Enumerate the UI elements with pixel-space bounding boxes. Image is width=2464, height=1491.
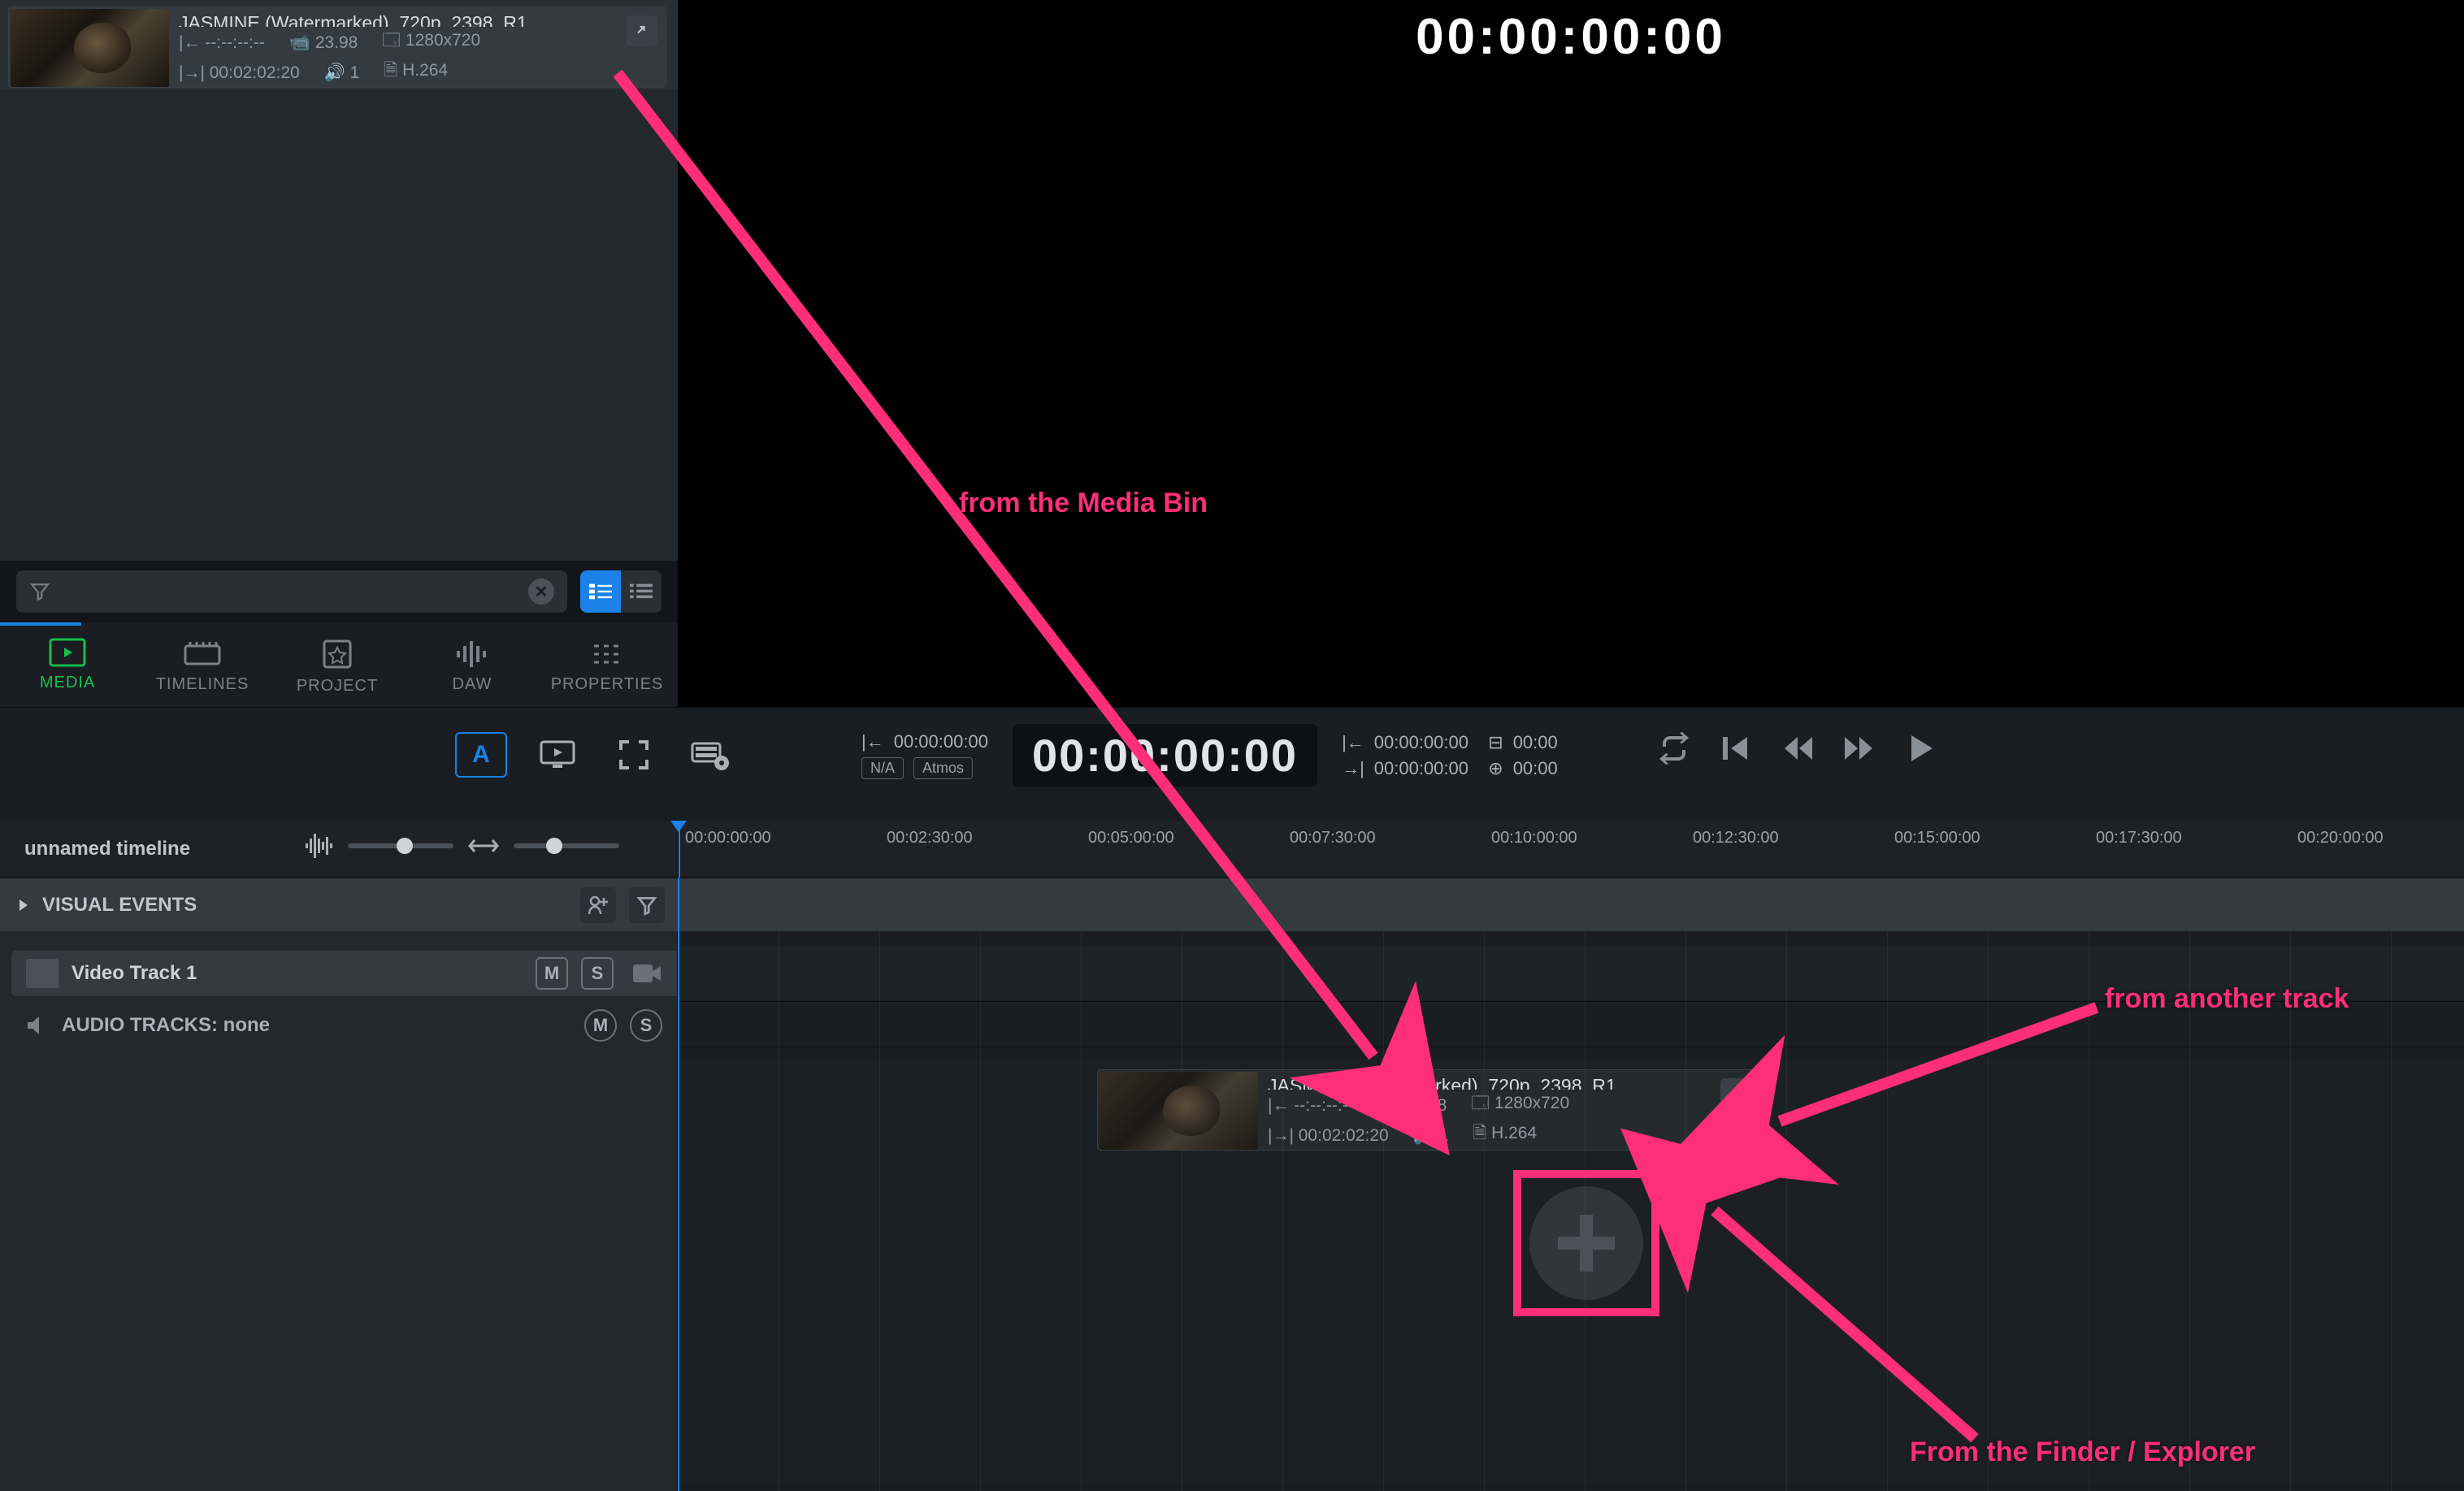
video-track-thumbnail bbox=[26, 959, 59, 988]
dragging-clip-ghost[interactable]: JASMINE (Watermarked)_720p_2398_R1_... |… bbox=[1097, 1069, 1760, 1151]
waveform-zoom-slider[interactable] bbox=[348, 843, 453, 848]
ruler-tick: 00:02:30:00 bbox=[887, 829, 973, 847]
tracks-area: Video Track 1 M S AUDIO TRACKS: none M S bbox=[0, 931, 2464, 1491]
tc-left-block: |← 00:00:00:00 N/A Atmos bbox=[861, 731, 988, 779]
range-in: 00:00:00:00 bbox=[1374, 732, 1468, 753]
tc-in: 00:00:00:00 bbox=[894, 731, 988, 752]
monitor-button[interactable] bbox=[531, 732, 583, 778]
visual-events-lane[interactable]: VISUAL EVENTS bbox=[0, 878, 2464, 931]
ghost-thumbnail bbox=[1100, 1072, 1258, 1150]
dur-2: 00:00 bbox=[1513, 758, 1558, 779]
visual-events-label: VISUAL EVENTS bbox=[42, 894, 197, 917]
clip-thumbnail bbox=[11, 9, 169, 87]
transport-controls bbox=[1658, 732, 1937, 765]
mode-a-button[interactable]: A bbox=[455, 732, 507, 778]
ruler-tick: 00:15:00:00 bbox=[1894, 829, 1980, 847]
audio-mute-button[interactable]: M bbox=[584, 1009, 617, 1042]
timeline-header: unnamed timeline 00:00:00:0000:02:30:000… bbox=[0, 821, 2464, 878]
clip-resolution: 1280x720 bbox=[406, 31, 480, 50]
ruler-tick: 00:20:00:00 bbox=[2297, 829, 2384, 847]
zoom-controls bbox=[306, 834, 619, 858]
panel-tabs: MEDIA TIMELINES PROJECT DAW PROPERTIES bbox=[0, 622, 678, 707]
tab-media[interactable]: MEDIA bbox=[0, 622, 135, 707]
anno-from-finder: From the Finder / Explorer bbox=[1910, 1437, 2255, 1468]
audio-tracks-label: AUDIO TRACKS: none bbox=[62, 1014, 571, 1037]
clip-duration: 00:02:02:20 bbox=[210, 63, 300, 82]
clip-tc-in: --:--:--:-- bbox=[205, 33, 264, 52]
clip-fps: 23.98 bbox=[315, 33, 358, 52]
video-track-name[interactable]: Video Track 1 bbox=[72, 962, 523, 985]
media-filter-field[interactable] bbox=[62, 581, 517, 602]
clear-filter-button[interactable]: ✕ bbox=[528, 579, 554, 605]
viewer-timecode: 00:00:00:00 bbox=[1416, 8, 1726, 66]
timeline-name[interactable]: unnamed timeline bbox=[24, 838, 190, 860]
ruler-tick: 00:10:00:00 bbox=[1491, 829, 1577, 847]
video-mute-button[interactable]: M bbox=[536, 957, 568, 990]
tab-daw-label: DAW bbox=[453, 675, 492, 694]
tab-timelines[interactable]: TIMELINES bbox=[135, 622, 270, 707]
speaker-icon bbox=[26, 1015, 49, 1036]
ruler-tick: 00:12:30:00 bbox=[1693, 829, 1779, 847]
media-bin[interactable]: JASMINE (Watermarked)_720p_2398_R1_... |… bbox=[0, 0, 678, 561]
chevron-right-icon bbox=[16, 898, 31, 912]
video-solo-button[interactable]: S bbox=[581, 957, 614, 990]
open-clip-button[interactable] bbox=[627, 15, 657, 46]
viewer[interactable]: 00:00:00:00 bbox=[678, 0, 2464, 707]
list-view-button[interactable] bbox=[580, 570, 621, 613]
fullscreen-button[interactable] bbox=[608, 732, 660, 778]
tab-project-label: PROJECT bbox=[297, 677, 378, 696]
ruler-tick: 00:05:00:00 bbox=[1088, 829, 1174, 847]
video-track-1-header[interactable]: Video Track 1 M S bbox=[11, 951, 677, 996]
audio-solo-button[interactable]: S bbox=[630, 1009, 662, 1042]
toolbar-timecode[interactable]: 00:00:00:00 bbox=[1013, 724, 1317, 787]
track-headers: Video Track 1 M S AUDIO TRACKS: none M S bbox=[0, 931, 678, 1491]
clip-title: JASMINE (Watermarked)_720p_2398_R1_... bbox=[179, 12, 585, 27]
pill-atmos[interactable]: Atmos bbox=[913, 757, 973, 779]
horizontal-zoom-slider[interactable] bbox=[514, 843, 619, 848]
tab-media-label: MEDIA bbox=[40, 674, 95, 692]
clip-channels: 1 bbox=[350, 63, 360, 82]
tab-properties-label: PROPERTIES bbox=[551, 675, 664, 694]
dur-1: 00:00 bbox=[1513, 732, 1558, 753]
drop-target-highlight bbox=[1513, 1170, 1659, 1316]
go-start-button[interactable] bbox=[1720, 732, 1752, 765]
media-filter-input[interactable]: ✕ bbox=[16, 570, 567, 613]
playhead-flag[interactable] bbox=[679, 821, 680, 878]
timeline-toolbar: A |← 00:00:00:00 N/A Atmos 00:00:00:00 bbox=[0, 707, 2464, 821]
camera-icon bbox=[631, 961, 662, 986]
add-visual-event-button[interactable] bbox=[580, 887, 616, 923]
tc-right-block: |← 00:00:00:00 ⊟ 00:00 →| 00:00:00:00 ⊕ … bbox=[1342, 732, 1558, 779]
loop-button[interactable] bbox=[1658, 732, 1690, 765]
anno-from-bin: from the Media Bin bbox=[959, 488, 1208, 519]
pill-na[interactable]: N/A bbox=[861, 757, 904, 779]
anno-from-track: from another track bbox=[2105, 983, 2349, 1015]
compact-view-button[interactable] bbox=[621, 570, 662, 613]
view-toggle[interactable] bbox=[580, 570, 662, 613]
forward-button[interactable] bbox=[1843, 732, 1876, 765]
media-clip-card[interactable]: JASMINE (Watermarked)_720p_2398_R1_... |… bbox=[8, 7, 666, 88]
ghost-open-button[interactable] bbox=[1720, 1078, 1751, 1109]
ruler-tick: 00:00:00:00 bbox=[685, 829, 771, 847]
tab-project[interactable]: PROJECT bbox=[270, 622, 405, 707]
plus-icon bbox=[1529, 1186, 1643, 1300]
tab-properties[interactable]: PROPERTIES bbox=[540, 622, 675, 707]
timeline-ruler[interactable]: 00:00:00:00 00:02:30:00 00:05:00:00 00:07:3… bbox=[678, 821, 2464, 878]
range-out: 00:00:00:00 bbox=[1374, 758, 1468, 779]
filter-visual-events-button[interactable] bbox=[629, 887, 665, 923]
h-zoom-icon bbox=[468, 834, 499, 858]
tab-daw[interactable]: DAW bbox=[405, 622, 540, 707]
ghost-clip-title: JASMINE (Watermarked)_720p_2398_R1_... bbox=[1268, 1075, 1674, 1090]
clip-codec: H.264 bbox=[402, 61, 448, 80]
tab-timelines-label: TIMELINES bbox=[156, 675, 249, 694]
timeline-settings-button[interactable] bbox=[684, 732, 736, 778]
left-panel: JASMINE (Watermarked)_720p_2398_R1_... |… bbox=[0, 0, 678, 707]
ruler-tick: 00:17:30:00 bbox=[2096, 829, 2182, 847]
ruler-tick: 00:07:30:00 bbox=[1290, 829, 1376, 847]
waveform-icon bbox=[306, 834, 333, 858]
audio-tracks-header[interactable]: AUDIO TRACKS: none M S bbox=[11, 1003, 677, 1048]
media-filter-row: ✕ bbox=[0, 561, 678, 622]
play-button[interactable] bbox=[1905, 732, 1937, 765]
rewind-button[interactable] bbox=[1781, 732, 1814, 765]
